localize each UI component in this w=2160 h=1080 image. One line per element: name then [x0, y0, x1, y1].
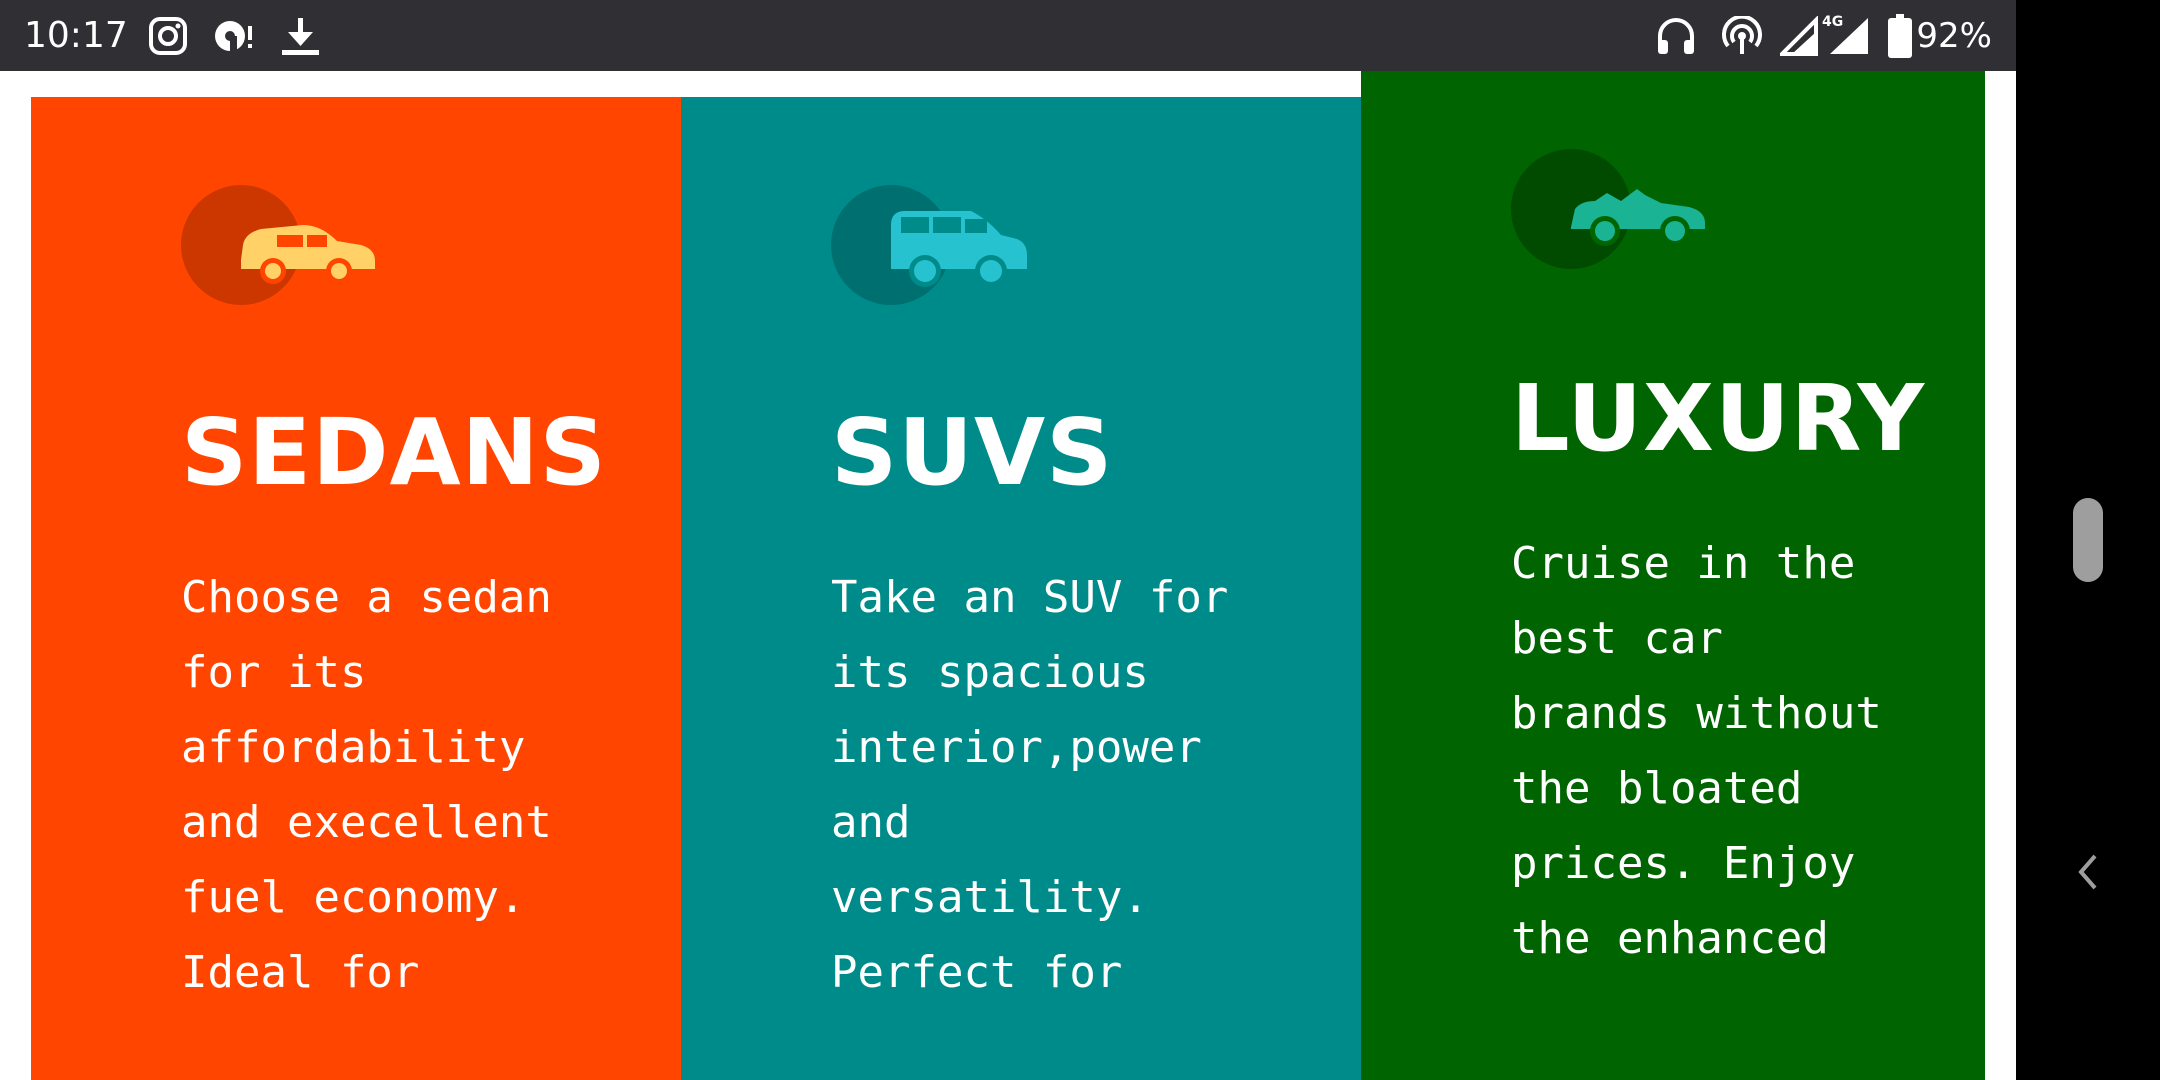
headphones-icon: [1654, 16, 1698, 60]
card-title-suvs: SUVS: [831, 399, 1114, 506]
card-sedans: SEDANS Choose a sedan for its affordabil…: [31, 97, 681, 1080]
download-icon: [278, 16, 322, 60]
back-chevron-icon[interactable]: [2075, 852, 2101, 896]
status-bar: 10:17 4G 92%: [0, 0, 2016, 71]
hotspot-icon: [1720, 14, 1764, 60]
card-text-suvs: Take an SUV for its spacious interior,po…: [831, 572, 1229, 998]
scroll-handle[interactable]: [2073, 498, 2103, 582]
card-title-luxury: LUXURY: [1511, 365, 1926, 472]
card-luxury: LUXURY Cruise in the best car brands wit…: [1361, 71, 1985, 1080]
card-text-sedans: Choose a sedan for its affordability and…: [181, 572, 552, 998]
signal-icon: [1777, 15, 1820, 60]
podcast-notify-icon: [212, 16, 256, 60]
card-text-luxury: Cruise in the best car brands without th…: [1511, 538, 1882, 964]
sedan-car-icon: [181, 185, 381, 319]
instagram-icon: [148, 16, 188, 60]
battery-icon: [1888, 14, 1912, 62]
signal-4g-icon: 4G: [1822, 12, 1872, 62]
convertible-car-icon: [1511, 149, 1711, 283]
suv-car-icon: [831, 185, 1031, 319]
battery-percentage: 92%: [1916, 16, 1992, 56]
card-suvs: SUVS Take an SUV for its spacious interi…: [681, 97, 1361, 1080]
web-page-viewport[interactable]: SEDANS Choose a sedan for its affordabil…: [0, 71, 2016, 1080]
status-time: 10:17: [24, 15, 128, 56]
network-type-label: 4G: [1822, 14, 1843, 30]
card-title-sedans: SEDANS: [181, 399, 607, 506]
